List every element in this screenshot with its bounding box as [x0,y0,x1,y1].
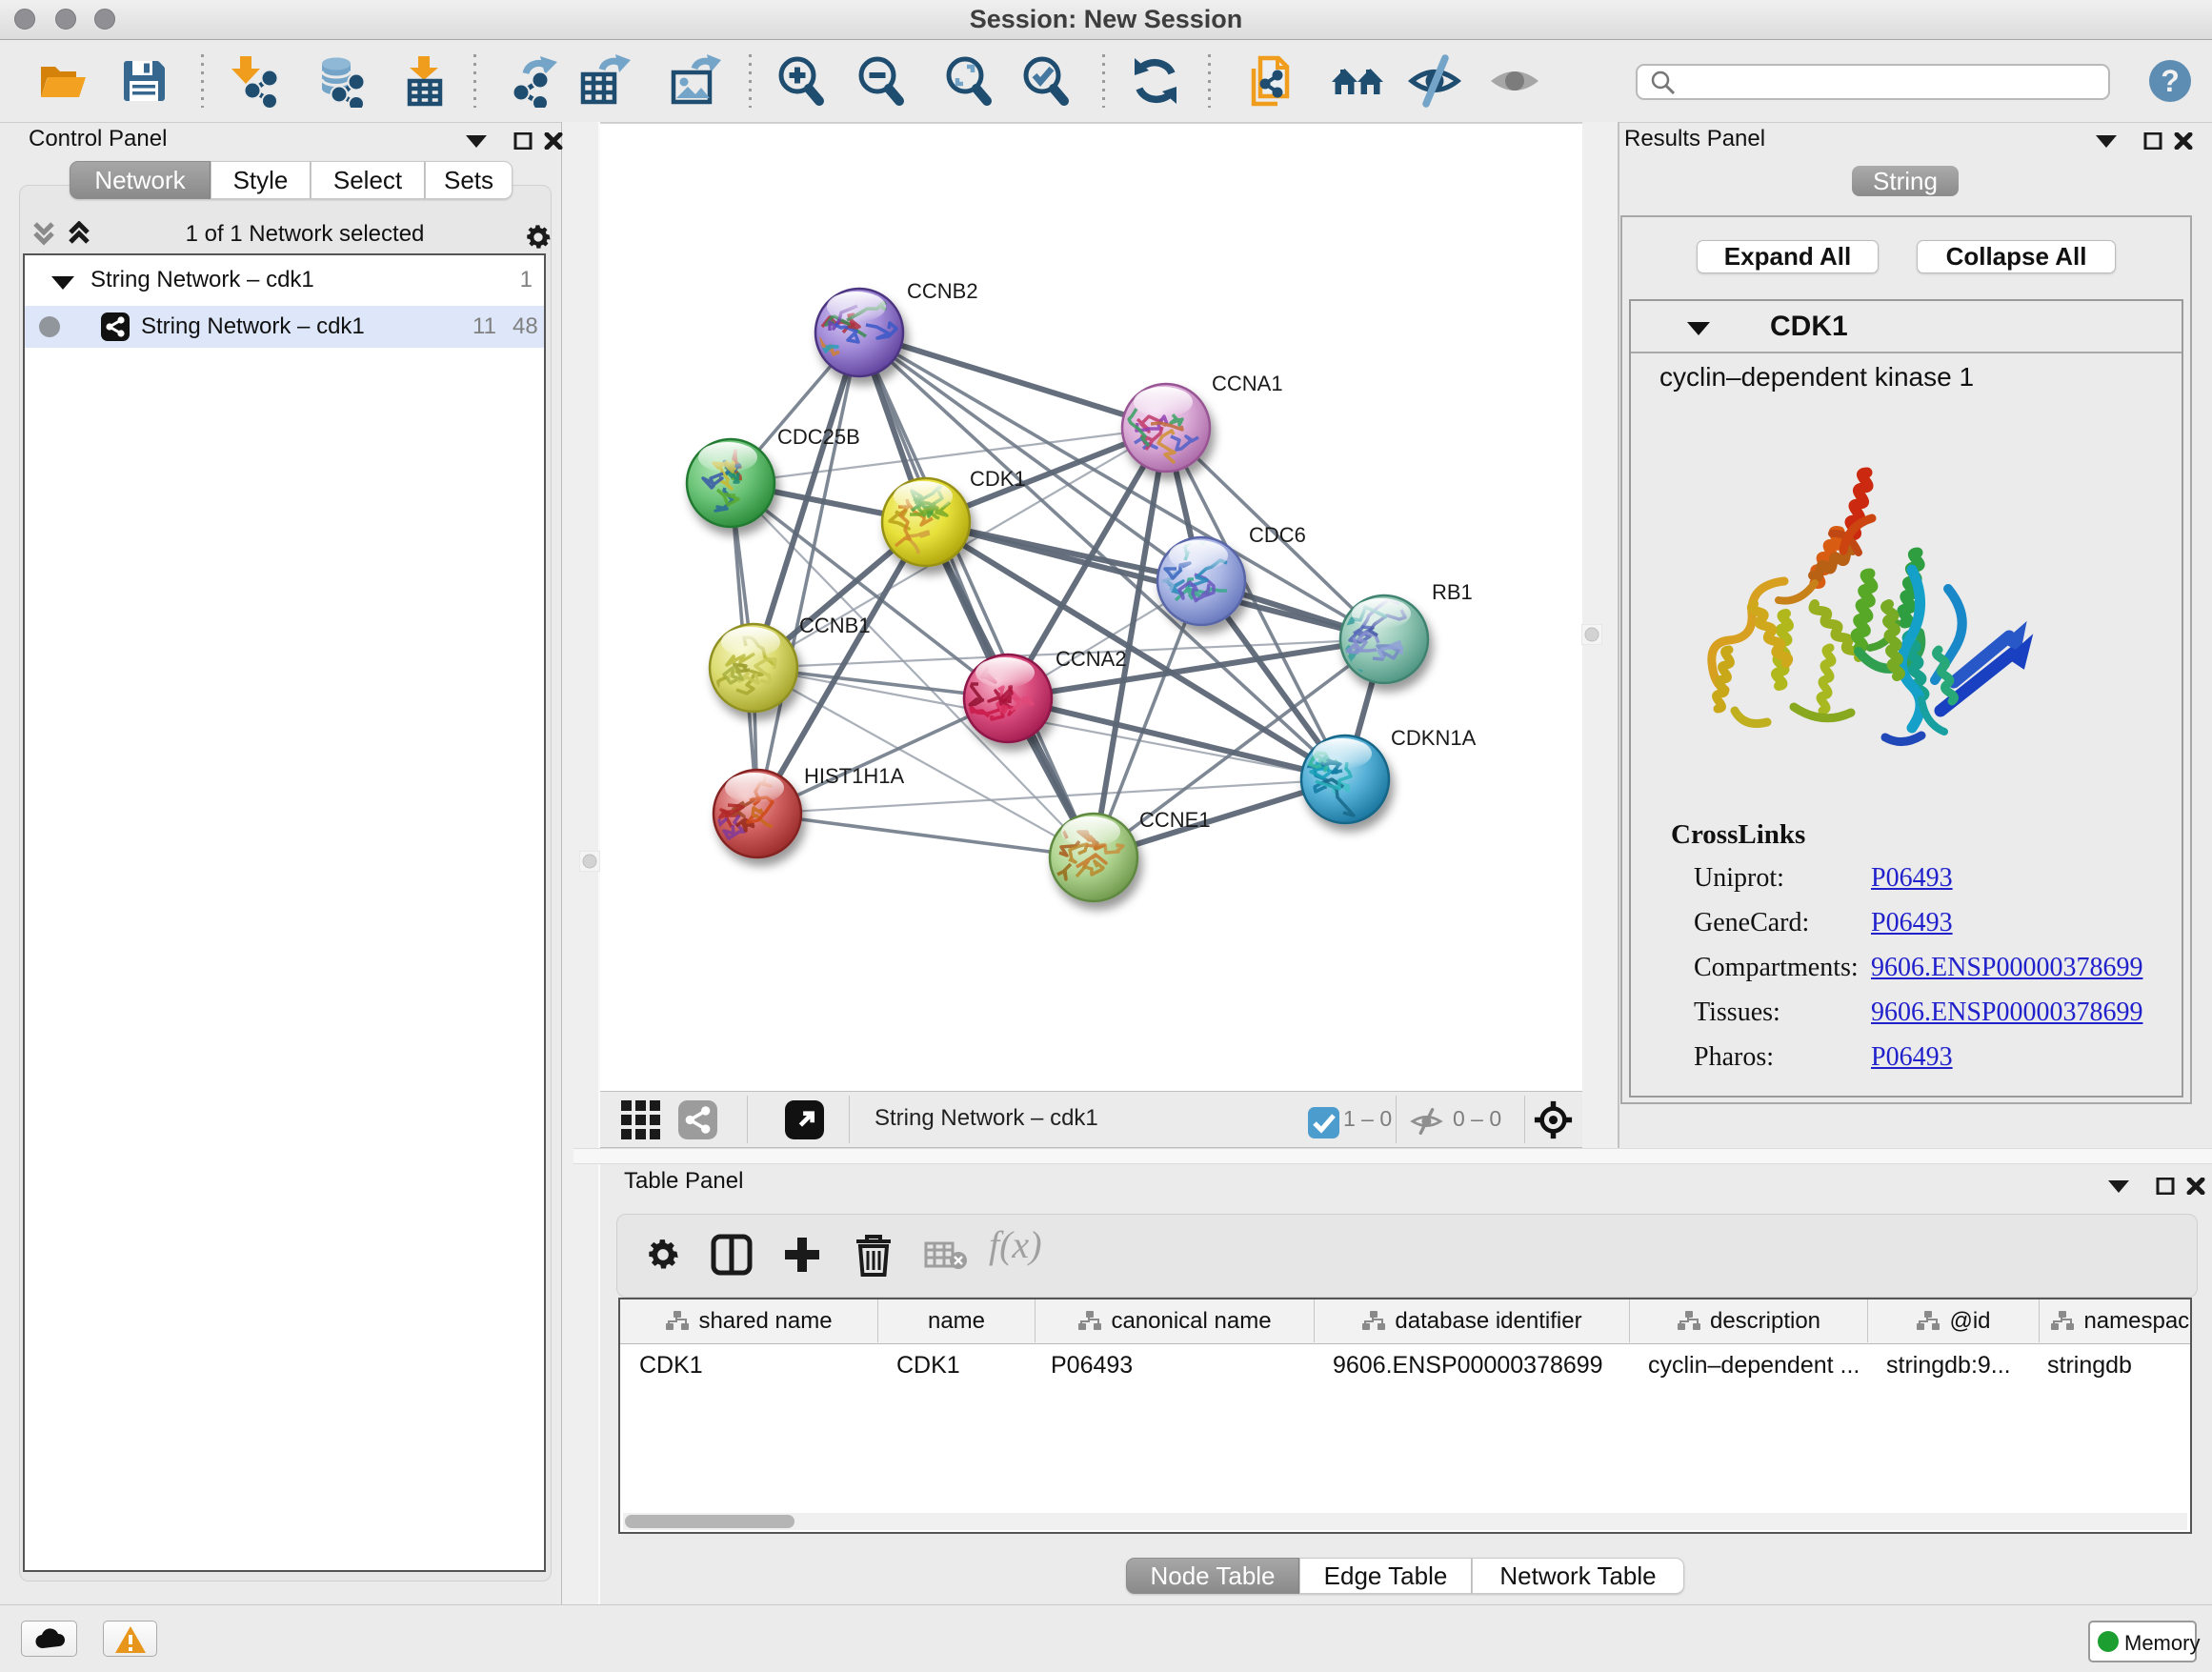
svg-text:CCNB1: CCNB1 [799,614,871,637]
svg-text:CCNA1: CCNA1 [1212,372,1283,395]
svg-text:CDKN1A: CDKN1A [1391,726,1477,750]
svg-text:CDC6: CDC6 [1249,523,1306,547]
svg-text:CDC25B: CDC25B [777,425,860,449]
svg-text:CCNA2: CCNA2 [1056,647,1127,671]
svg-text:RB1: RB1 [1432,580,1473,604]
svg-text:CCNE1: CCNE1 [1139,808,1211,832]
svg-text:CDK1: CDK1 [970,467,1026,491]
svg-text:HIST1H1A: HIST1H1A [804,764,904,788]
svg-text:CCNB2: CCNB2 [907,279,978,303]
svg-text:?: ? [2161,64,2180,98]
